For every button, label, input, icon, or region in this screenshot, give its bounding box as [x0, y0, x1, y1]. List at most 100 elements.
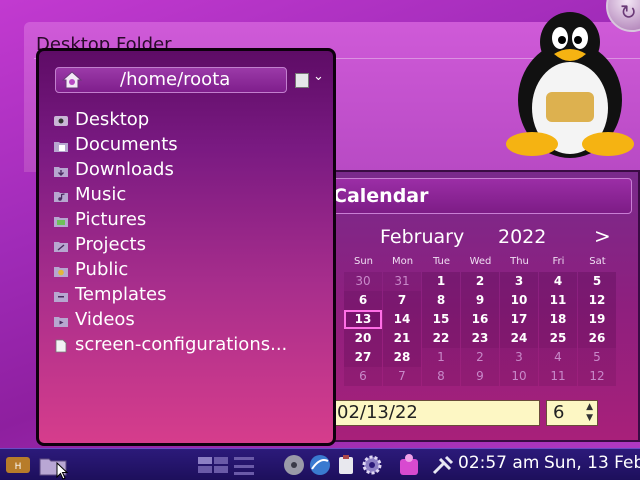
- folder-item-label: Videos: [75, 309, 135, 330]
- calendar-day[interactable]: 15: [422, 310, 460, 329]
- taskbar-clock-time[interactable]: 02:57 am: [458, 453, 539, 473]
- calendar-year: 2022: [498, 226, 547, 248]
- documents-folder-icon: [53, 138, 69, 152]
- calendar-day[interactable]: 24: [500, 329, 538, 348]
- folder-item-desktop[interactable]: Desktop: [53, 107, 287, 132]
- weekday-thu: Thu: [510, 256, 529, 267]
- calendar-day[interactable]: 3: [500, 348, 538, 367]
- folder-item-label: Pictures: [75, 209, 147, 230]
- calendar-day[interactable]: 20: [344, 329, 382, 348]
- calendar-day[interactable]: 11: [539, 367, 577, 386]
- calendar-month: February: [380, 226, 465, 248]
- calendar-day[interactable]: 17: [500, 310, 538, 329]
- calendar-day[interactable]: 8: [422, 367, 460, 386]
- calendar-day[interactable]: 28: [383, 348, 421, 367]
- calendar-day[interactable]: 14: [383, 310, 421, 329]
- date-input[interactable]: 02/13/22: [332, 400, 540, 426]
- calendar-day[interactable]: 4: [539, 348, 577, 367]
- videos-folder-icon: [53, 313, 69, 327]
- folder-item-label: Public: [75, 259, 129, 280]
- desktop-folder-icon: [53, 113, 69, 127]
- calendar-day[interactable]: 5: [578, 348, 616, 367]
- folder-item-videos[interactable]: Videos: [53, 307, 287, 332]
- calendar-day[interactable]: 27: [344, 348, 382, 367]
- calendar-day[interactable]: 21: [383, 329, 421, 348]
- calendar-day[interactable]: 11: [539, 291, 577, 310]
- calendar-week: 30 31 1 2 3 4 5: [344, 272, 616, 291]
- weekday-sun: Sun: [353, 256, 374, 267]
- folder-item-label: Documents: [75, 134, 178, 155]
- calendar-day[interactable]: 1: [422, 348, 460, 367]
- document-icon: [295, 73, 309, 88]
- calendar-day[interactable]: 23: [461, 329, 499, 348]
- folder-popup-menu: /home/roota ⌄ Desktop Documents Download…: [36, 48, 336, 446]
- calendar-day[interactable]: 1: [422, 272, 460, 291]
- popup-options-button[interactable]: ⌄: [295, 69, 325, 91]
- path-bar[interactable]: /home/roota: [55, 67, 287, 93]
- calendar-day[interactable]: 10: [500, 291, 538, 310]
- calendar-day[interactable]: 30: [344, 272, 382, 291]
- network-plug-icon[interactable]: [430, 453, 456, 477]
- weekday-tue: Tue: [432, 256, 451, 267]
- calendar-title-bar[interactable]: Calendar: [328, 178, 632, 214]
- folder-item-downloads[interactable]: Downloads: [53, 157, 287, 182]
- workspace-switcher-icon[interactable]: [196, 453, 256, 477]
- mouse-cursor-icon: [56, 462, 69, 480]
- calendar-day[interactable]: 6: [344, 367, 382, 386]
- calendar-day[interactable]: 7: [383, 291, 421, 310]
- calendar-day[interactable]: 6: [344, 291, 382, 310]
- calendar-day[interactable]: 22: [422, 329, 460, 348]
- folder-item-templates[interactable]: Templates: [53, 282, 287, 307]
- clipboard-icon[interactable]: [334, 453, 358, 477]
- calendar-day[interactable]: 19: [578, 310, 616, 329]
- spinner-value: 6: [553, 402, 565, 423]
- calendar-day[interactable]: 26: [578, 329, 616, 348]
- calendar-week: 13 14 15 16 17 18 19: [344, 310, 616, 329]
- calendar-day[interactable]: 3: [500, 272, 538, 291]
- calendar-day[interactable]: 12: [578, 291, 616, 310]
- next-month-button[interactable]: >: [594, 224, 611, 248]
- folder-item-music[interactable]: Music: [53, 182, 287, 207]
- calendar-day[interactable]: 4: [539, 272, 577, 291]
- package-manager-icon[interactable]: [396, 453, 422, 477]
- projects-folder-icon: [53, 238, 69, 252]
- calendar-day[interactable]: 16: [461, 310, 499, 329]
- calendar-day-selected[interactable]: 13: [344, 310, 382, 329]
- folder-item-label: Downloads: [75, 159, 174, 180]
- folder-item-projects[interactable]: Projects: [53, 232, 287, 257]
- folder-item-label: Templates: [75, 284, 167, 305]
- calendar-day[interactable]: 5: [578, 272, 616, 291]
- file-item-screen-configurations[interactable]: screen-configurations...: [53, 332, 287, 357]
- calendar-title: Calendar: [333, 185, 429, 207]
- folder-item-label: Projects: [75, 234, 146, 255]
- public-folder-icon: [53, 263, 69, 277]
- calendar-week: 6 7 8 9 10 11 12: [344, 291, 616, 310]
- taskbar: H 02:57 am Sun, 13 Feb: [0, 448, 640, 480]
- pictures-folder-icon: [53, 213, 69, 227]
- calendar-day[interactable]: 2: [461, 348, 499, 367]
- svg-text:H: H: [15, 462, 22, 472]
- folder-item-public[interactable]: Public: [53, 257, 287, 282]
- web-browser-icon[interactable]: [308, 453, 332, 477]
- spinner-arrows-icon[interactable]: ▲ ▼: [586, 402, 593, 424]
- templates-folder-icon: [53, 288, 69, 302]
- calendar-day[interactable]: 8: [422, 291, 460, 310]
- folder-item-pictures[interactable]: Pictures: [53, 207, 287, 232]
- calendar-day[interactable]: 18: [539, 310, 577, 329]
- file-icon: [53, 338, 69, 352]
- calendar-day[interactable]: 12: [578, 367, 616, 386]
- calendar-day[interactable]: 2: [461, 272, 499, 291]
- folder-item-documents[interactable]: Documents: [53, 132, 287, 157]
- calendar-day[interactable]: 25: [539, 329, 577, 348]
- calendar-day[interactable]: 10: [500, 367, 538, 386]
- start-menu-logo-icon[interactable]: H: [4, 453, 32, 477]
- spinner-field[interactable]: 6 ▲ ▼: [546, 400, 598, 426]
- taskbar-clock-date[interactable]: Sun, 13 Feb: [544, 453, 640, 473]
- calendar-day[interactable]: 31: [383, 272, 421, 291]
- disc-drive-icon[interactable]: [282, 453, 306, 477]
- calendar-day[interactable]: 7: [383, 367, 421, 386]
- chevron-down-icon: ⌄: [313, 69, 324, 84]
- calendar-day[interactable]: 9: [461, 367, 499, 386]
- settings-gear-icon[interactable]: [360, 453, 384, 477]
- calendar-day[interactable]: 9: [461, 291, 499, 310]
